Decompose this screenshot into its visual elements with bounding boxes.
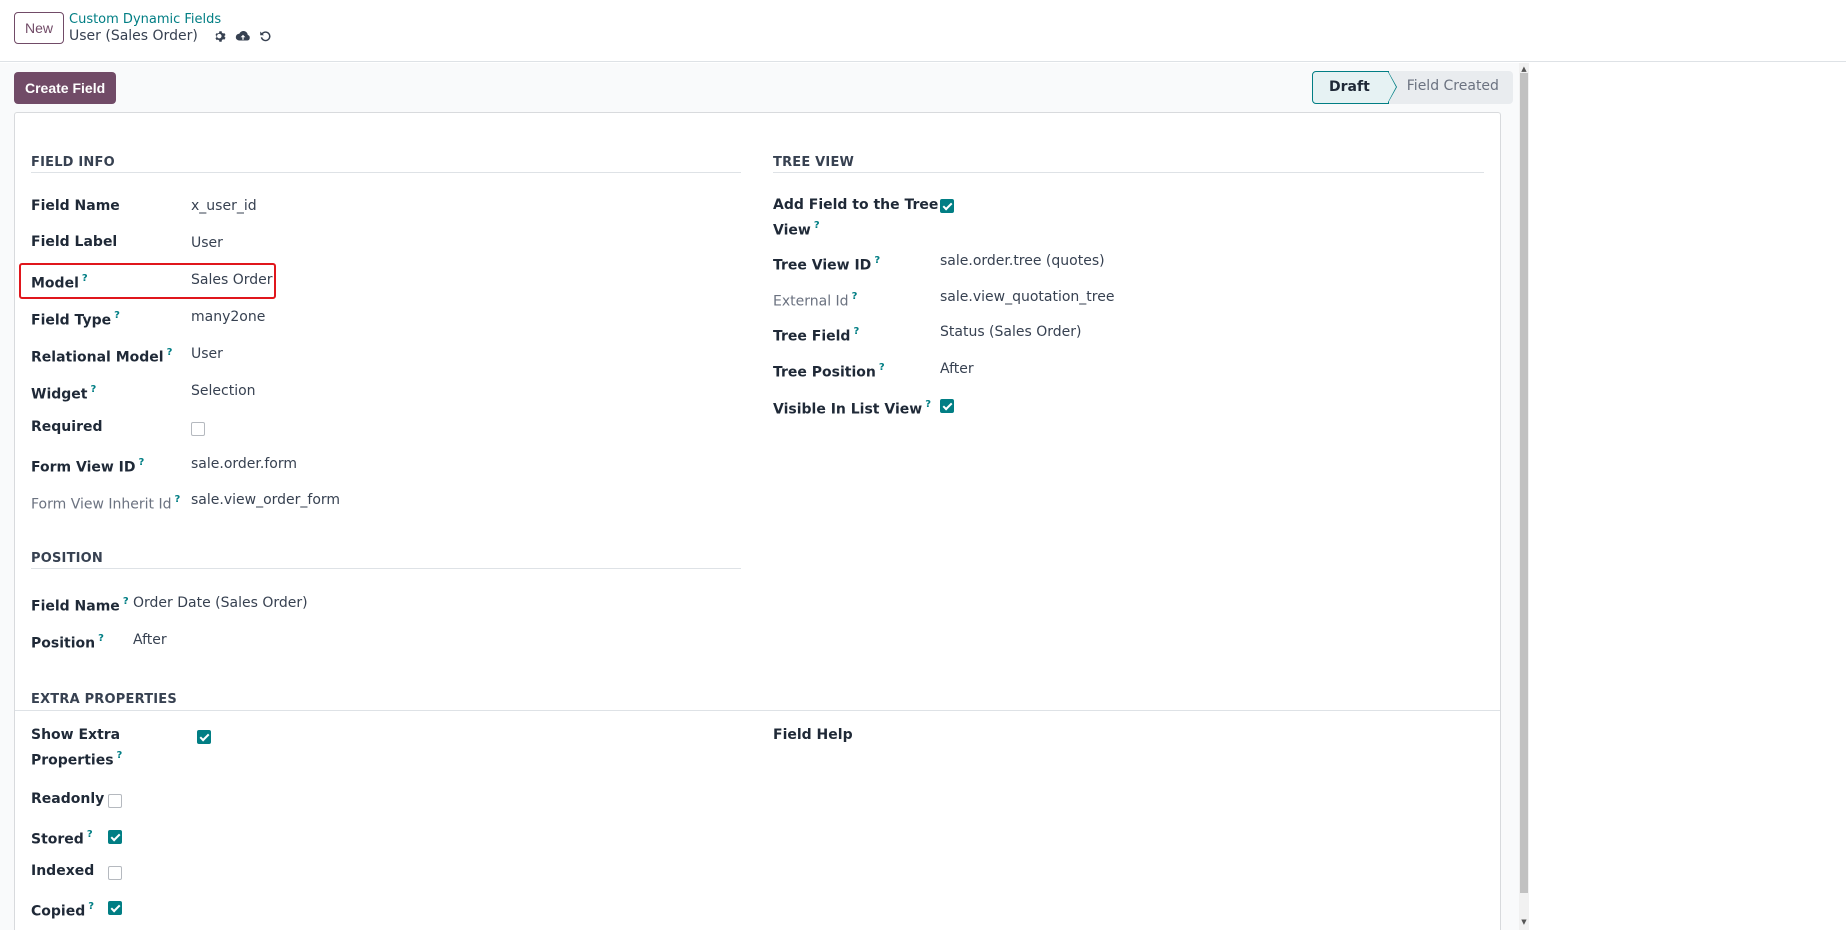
tree-field-value[interactable]: Status (Sales Order) — [940, 322, 1081, 343]
stored-label: Stored? — [31, 829, 93, 848]
tree-view-id-label: Tree View ID? — [773, 255, 881, 274]
form-sheet — [14, 112, 1501, 930]
field-name-label: Field Name — [31, 198, 120, 214]
visible-in-list-checkbox[interactable] — [940, 399, 954, 413]
visible-in-list-label: Visible In List View? — [773, 399, 932, 418]
add-field-tree-label: Add Field to the Tree View? — [773, 197, 939, 239]
readonly-checkbox[interactable] — [108, 794, 122, 808]
help-tooltip-icon[interactable]: ? — [123, 596, 129, 607]
position-field-name-value[interactable]: Order Date (Sales Order) — [133, 593, 308, 614]
stage-field-created-label: Field Created — [1406, 78, 1499, 94]
relational-model-label: Relational Model? — [31, 347, 173, 366]
section-title-tree-view: TREE VIEW — [773, 155, 855, 170]
position-label: Position? — [31, 633, 104, 652]
help-tooltip-icon[interactable]: ? — [853, 326, 859, 337]
stored-checkbox[interactable] — [108, 830, 122, 844]
help-tooltip-icon[interactable]: ? — [139, 457, 145, 468]
help-tooltip-icon[interactable]: ? — [925, 399, 931, 410]
form-view-inherit-id-value: sale.view_order_form — [191, 492, 341, 508]
scrollbar-thumb[interactable] — [1520, 73, 1528, 893]
tree-field-label: Tree Field? — [773, 326, 860, 345]
position-field-name-label: Field Name? — [31, 596, 129, 615]
breadcrumb-link[interactable]: Custom Dynamic Fields — [69, 12, 221, 27]
control-panel: New Custom Dynamic Fields User (Sales Or… — [0, 0, 1846, 62]
required-label: Required — [31, 419, 103, 435]
scroll-up-arrow-icon[interactable]: ▲ — [1520, 65, 1528, 73]
vertical-scrollbar[interactable]: ▲ ▼ — [1519, 63, 1529, 930]
help-tooltip-icon[interactable]: ? — [114, 310, 120, 321]
copied-checkbox[interactable] — [108, 901, 122, 915]
add-field-tree-checkbox[interactable] — [940, 199, 954, 213]
help-tooltip-icon[interactable]: ? — [82, 273, 88, 284]
indexed-checkbox[interactable] — [108, 866, 122, 880]
copied-label: Copied? — [31, 901, 95, 920]
help-tooltip-icon[interactable]: ? — [88, 901, 94, 912]
create-field-button[interactable]: Create Field — [14, 72, 117, 104]
help-tooltip-icon[interactable]: ? — [874, 255, 880, 266]
stage-arrow-inner — [1387, 72, 1396, 102]
section-divider — [31, 172, 741, 173]
section-title-field-info: FIELD INFO — [31, 155, 115, 170]
section-divider — [15, 710, 1500, 711]
form-view-id-value[interactable]: sale.order.form — [191, 454, 297, 475]
readonly-label: Readonly — [31, 791, 105, 807]
show-extra-properties-checkbox[interactable] — [197, 730, 211, 744]
section-title-position: POSITION — [31, 551, 104, 566]
stage-draft-label: Draft — [1329, 79, 1370, 95]
form-view-id-label: Form View ID? — [31, 457, 145, 476]
field-label-label: Field Label — [31, 234, 118, 250]
record-actions — [206, 30, 272, 43]
form-view-inherit-id-label: Form View Inherit Id? — [31, 494, 181, 513]
stage-draft[interactable]: Draft — [1312, 71, 1397, 104]
help-tooltip-icon[interactable]: ? — [87, 829, 93, 840]
gear-icon[interactable] — [214, 30, 227, 43]
status-bar: Draft Field Created — [1312, 71, 1513, 104]
required-checkbox[interactable] — [191, 422, 205, 436]
tree-view-id-value[interactable]: sale.order.tree (quotes) — [940, 251, 1105, 272]
scroll-down-arrow-icon[interactable]: ▼ — [1520, 918, 1528, 926]
external-id-label: External Id? — [773, 291, 858, 310]
help-tooltip-icon[interactable]: ? — [90, 384, 96, 395]
help-tooltip-icon[interactable]: ? — [852, 291, 858, 302]
tree-position-value[interactable]: After — [940, 359, 974, 380]
field-label-value[interactable]: User — [191, 233, 223, 254]
help-tooltip-icon[interactable]: ? — [879, 362, 885, 373]
field-name-value[interactable]: x_user_id — [191, 196, 257, 217]
record-title-row: User (Sales Order) — [69, 28, 272, 44]
section-title-extra-properties: EXTRA PROPERTIES — [31, 692, 177, 707]
section-divider — [773, 172, 1484, 173]
model-value[interactable]: Sales Order — [191, 270, 273, 291]
stage-field-created[interactable]: Field Created — [1388, 71, 1513, 104]
external-id-value: sale.view_quotation_tree — [940, 289, 1115, 305]
record-title: User (Sales Order) — [69, 28, 198, 44]
discard-icon[interactable] — [259, 30, 272, 43]
new-button[interactable]: New — [14, 12, 65, 44]
show-extra-properties-label: Show Extra Properties? — [31, 727, 123, 769]
model-label: Model? — [31, 273, 88, 292]
widget-label: Widget? — [31, 384, 97, 403]
indexed-label: Indexed — [31, 863, 95, 879]
help-tooltip-icon[interactable]: ? — [174, 494, 180, 505]
field-help-label: Field Help — [773, 727, 853, 743]
widget-value[interactable]: Selection — [191, 381, 256, 402]
help-tooltip-icon[interactable]: ? — [98, 633, 104, 644]
field-type-value[interactable]: many2one — [191, 307, 265, 328]
section-divider — [31, 568, 741, 569]
position-value[interactable]: After — [133, 630, 167, 651]
relational-model-value[interactable]: User — [191, 344, 223, 365]
cloud-upload-icon[interactable] — [235, 30, 251, 43]
field-type-label: Field Type? — [31, 310, 120, 329]
help-tooltip-icon[interactable]: ? — [167, 347, 173, 358]
tree-position-label: Tree Position? — [773, 362, 885, 381]
